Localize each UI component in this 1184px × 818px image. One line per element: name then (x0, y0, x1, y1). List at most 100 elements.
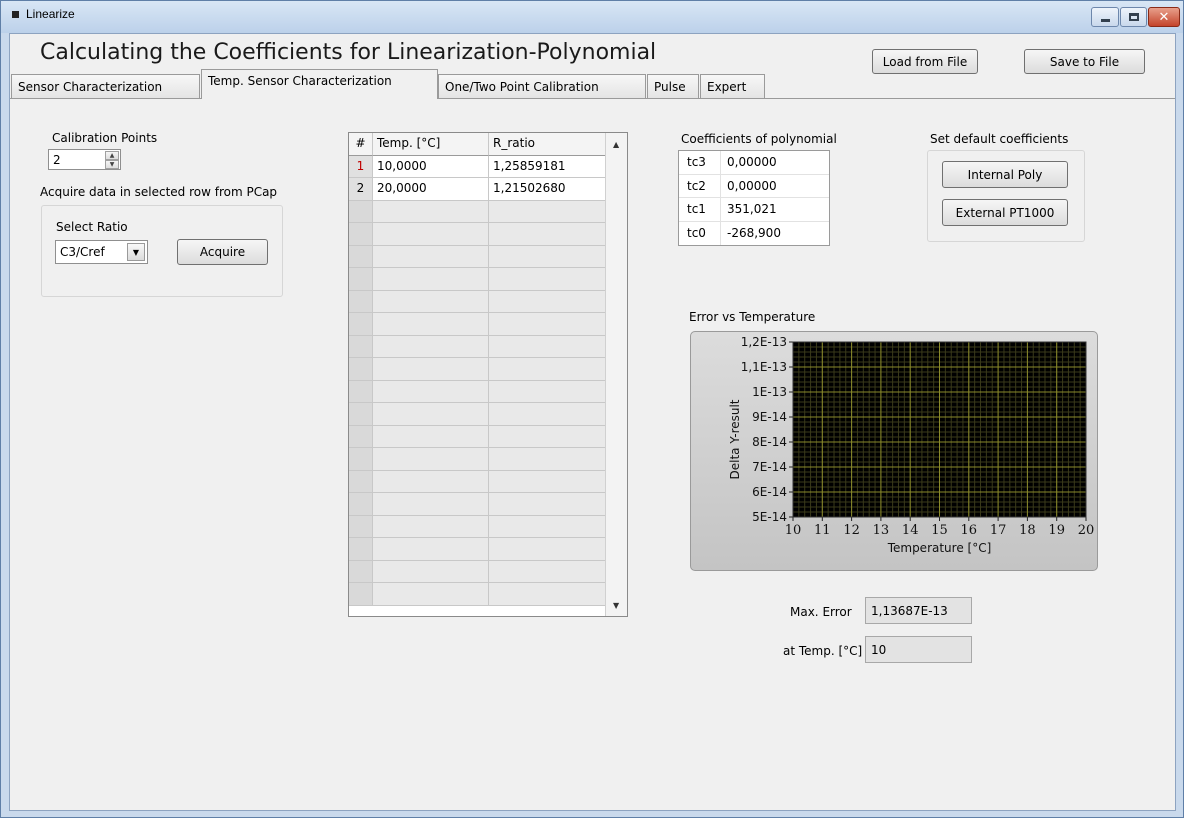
calibration-points-stepper[interactable]: ▲ ▼ (105, 151, 119, 169)
tab-one-two-point-calibration[interactable]: One/Two Point Calibration (438, 74, 646, 98)
empty-cell[interactable] (373, 380, 489, 403)
empty-cell[interactable] (489, 223, 606, 246)
x-tick-label: 15 (931, 523, 948, 538)
empty-cell (349, 493, 373, 516)
empty-cell[interactable] (373, 538, 489, 561)
external-pt1000-button[interactable]: External PT1000 (942, 199, 1068, 226)
empty-cell[interactable] (489, 335, 606, 358)
row-index: 2 (349, 178, 373, 201)
empty-cell[interactable] (373, 290, 489, 313)
empty-cell[interactable] (373, 470, 489, 493)
table-row-empty[interactable] (349, 493, 606, 516)
empty-cell[interactable] (489, 583, 606, 606)
cell-r-ratio[interactable]: 1,21502680 (489, 178, 606, 201)
calibration-points-input[interactable]: 2 ▲ ▼ (48, 149, 121, 170)
coefficient-row: tc2 0,00000 (679, 174, 829, 198)
calibration-table[interactable]: # Temp. [°C] R_ratio 1 10,0000 1,2585918… (348, 132, 628, 617)
empty-cell[interactable] (489, 290, 606, 313)
empty-cell[interactable] (373, 583, 489, 606)
empty-cell[interactable] (489, 358, 606, 381)
table-row-empty[interactable] (349, 380, 606, 403)
tab-sensor-characterization[interactable]: Sensor Characterization (11, 74, 200, 98)
internal-poly-button[interactable]: Internal Poly (942, 161, 1068, 188)
table-row-empty[interactable] (349, 538, 606, 561)
empty-cell[interactable] (373, 358, 489, 381)
empty-cell[interactable] (373, 560, 489, 583)
empty-cell[interactable] (489, 470, 606, 493)
select-ratio-dropdown[interactable]: C3/Cref ▼ (55, 240, 148, 264)
table-row-empty[interactable] (349, 268, 606, 291)
scroll-down-icon[interactable]: ▼ (613, 601, 619, 610)
spin-down-icon[interactable]: ▼ (105, 160, 119, 169)
table-row-empty[interactable] (349, 583, 606, 606)
chevron-down-icon[interactable]: ▼ (127, 243, 145, 261)
empty-cell[interactable] (373, 200, 489, 223)
x-tick-label: 19 (1048, 523, 1065, 538)
table-row[interactable]: 1 10,0000 1,25859181 (349, 155, 606, 178)
table-row-empty[interactable] (349, 223, 606, 246)
empty-cell[interactable] (373, 313, 489, 336)
chart-svg: 10 11 12 13 14 15 16 17 18 19 20 1,2E-13 1,1E-13 1E-1… (728, 335, 1095, 555)
table-row-empty[interactable] (349, 515, 606, 538)
cell-r-ratio[interactable]: 1,25859181 (489, 155, 606, 178)
empty-cell[interactable] (489, 493, 606, 516)
table-scrollbar[interactable]: ▲ ▼ (605, 133, 627, 616)
table-row-empty[interactable] (349, 448, 606, 471)
table-row-empty[interactable] (349, 358, 606, 381)
coefficients-label: Coefficients of polynomial (681, 132, 837, 146)
table-row-empty[interactable] (349, 403, 606, 426)
table-row[interactable]: 2 20,0000 1,21502680 (349, 178, 606, 201)
title-bar[interactable]: Linearize ✕ (1, 1, 1183, 33)
empty-cell[interactable] (489, 200, 606, 223)
load-from-file-button[interactable]: Load from File (872, 49, 978, 74)
tab-pulse[interactable]: Pulse (647, 74, 699, 98)
empty-cell[interactable] (489, 560, 606, 583)
save-to-file-button[interactable]: Save to File (1024, 49, 1145, 74)
empty-cell[interactable] (489, 425, 606, 448)
table-row-empty[interactable] (349, 560, 606, 583)
spin-up-icon[interactable]: ▲ (105, 151, 119, 160)
table-row-empty[interactable] (349, 290, 606, 313)
empty-cell[interactable] (489, 313, 606, 336)
app-window: Linearize ✕ Calculating the Coefficients… (0, 0, 1184, 818)
close-button[interactable]: ✕ (1148, 7, 1180, 27)
empty-cell[interactable] (489, 515, 606, 538)
empty-cell[interactable] (373, 425, 489, 448)
window-title: Linearize (26, 7, 75, 21)
table-row-empty[interactable] (349, 470, 606, 493)
coefficient-value: 0,00000 (727, 178, 777, 193)
at-temp-label: at Temp. [°C] (783, 644, 863, 658)
cell-temp[interactable]: 20,0000 (373, 178, 489, 201)
table-row-empty[interactable] (349, 200, 606, 223)
empty-cell[interactable] (373, 403, 489, 426)
table-row-empty[interactable] (349, 245, 606, 268)
x-tick-label: 20 (1078, 523, 1095, 538)
table-row-empty[interactable] (349, 425, 606, 448)
empty-cell[interactable] (373, 335, 489, 358)
empty-cell[interactable] (373, 515, 489, 538)
empty-cell[interactable] (373, 448, 489, 471)
empty-cell[interactable] (373, 223, 489, 246)
empty-cell[interactable] (489, 448, 606, 471)
empty-cell[interactable] (489, 380, 606, 403)
acquire-button[interactable]: Acquire (177, 239, 268, 265)
table-row-empty[interactable] (349, 335, 606, 358)
table-row-empty[interactable] (349, 313, 606, 336)
y-tick-label: 1,1E-13 (741, 360, 787, 374)
empty-cell[interactable] (489, 268, 606, 291)
scroll-up-icon[interactable]: ▲ (613, 140, 619, 149)
empty-cell[interactable] (489, 403, 606, 426)
empty-cell[interactable] (373, 493, 489, 516)
empty-cell[interactable] (489, 538, 606, 561)
empty-cell[interactable] (489, 245, 606, 268)
empty-cell (349, 268, 373, 291)
tab-temp-sensor-characterization[interactable]: Temp. Sensor Characterization (201, 69, 438, 99)
cell-temp[interactable]: 10,0000 (373, 155, 489, 178)
tab-expert[interactable]: Expert (700, 74, 765, 98)
empty-cell[interactable] (373, 268, 489, 291)
minimize-button[interactable] (1091, 7, 1119, 27)
calibration-points-label: Calibration Points (52, 131, 158, 145)
empty-cell[interactable] (373, 245, 489, 268)
empty-cell (349, 313, 373, 336)
maximize-button[interactable] (1120, 7, 1147, 27)
